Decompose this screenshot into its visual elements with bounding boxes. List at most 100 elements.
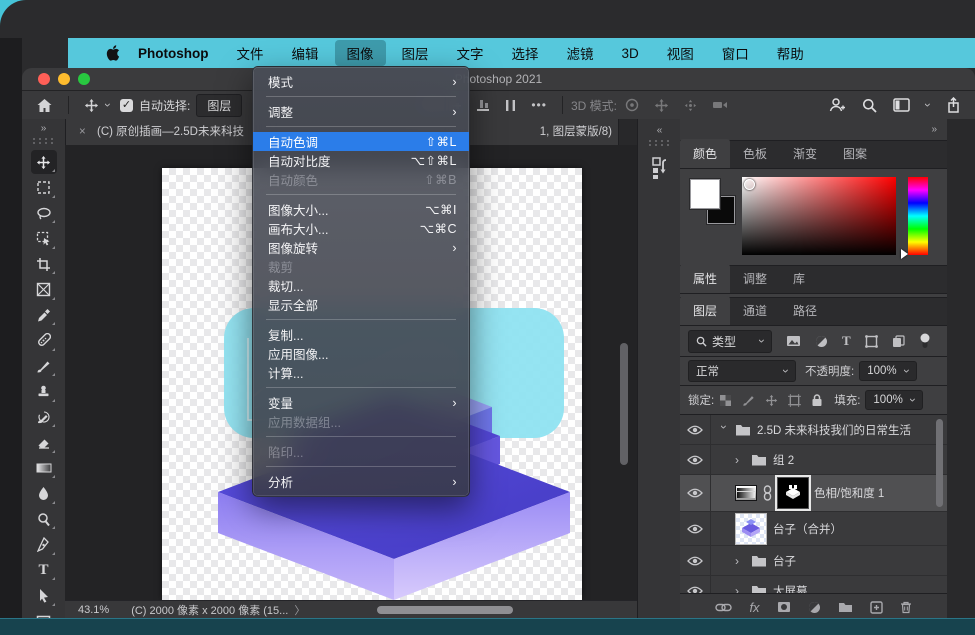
status-chevron[interactable]: 〉 (294, 602, 305, 618)
menu-item-图像大小[interactable]: 图像大小...⌥⌘I (253, 200, 469, 219)
zoom-level[interactable]: 43.1% (78, 604, 109, 616)
layer-name[interactable]: 组 2 (773, 452, 794, 468)
tab-properties[interactable]: 属性 (680, 264, 730, 293)
menubar-item-文字[interactable]: 文字 (445, 40, 496, 66)
group-collapse-chevron[interactable]: › (735, 554, 745, 568)
menubar-item-3D[interactable]: 3D (610, 43, 651, 64)
apple-menu-icon[interactable] (106, 45, 120, 61)
tab-close-icon[interactable]: × (79, 119, 86, 145)
layer-visibility-toggle[interactable] (680, 546, 711, 575)
workspace-chevron[interactable]: › (921, 103, 935, 107)
blur-tool[interactable] (31, 482, 57, 506)
menubar-item-视图[interactable]: 视图 (655, 40, 706, 66)
menubar-item-窗口[interactable]: 窗口 (710, 40, 761, 66)
menu-item-图像旋转[interactable]: 图像旋转› (253, 238, 469, 257)
type-tool[interactable]: T (31, 558, 57, 582)
menu-item-变量[interactable]: 变量› (253, 393, 469, 412)
tab-paths[interactable]: 路径 (780, 296, 830, 325)
toolbar-grip[interactable] (33, 138, 55, 144)
lock-all-icon[interactable] (811, 393, 823, 407)
filter-toggle[interactable] (919, 332, 931, 350)
blend-mode-dropdown[interactable]: 正常› (688, 360, 796, 382)
minimize-button[interactable] (58, 73, 70, 85)
tab-adjustments[interactable]: 调整 (730, 264, 780, 293)
history-brush-tool[interactable] (31, 405, 57, 429)
menu-item-应用图像[interactable]: 应用图像... (253, 344, 469, 363)
layer-name[interactable]: 色相/饱和度 1 (814, 485, 884, 501)
tool-preset-chevron[interactable]: › (101, 103, 115, 107)
frame-tool[interactable] (31, 278, 57, 302)
saturation-field[interactable] (742, 177, 896, 255)
menu-item-调整[interactable]: 调整› (253, 102, 469, 121)
layer-row-2.5D 未来科技我们的日常生活[interactable]: ›2.5D 未来科技我们的日常生活 (680, 415, 947, 445)
layer-visibility-toggle[interactable] (680, 512, 711, 545)
layer-name[interactable]: 大屏幕 (773, 583, 808, 594)
account-icon[interactable] (828, 97, 846, 113)
tab-gradients[interactable]: 渐变 (780, 139, 830, 168)
panels-collapse-icon[interactable]: » (931, 124, 937, 135)
delete-layer-icon[interactable] (900, 601, 912, 614)
lock-transparency-icon[interactable] (719, 394, 732, 407)
menubar-item-文件[interactable]: 文件 (225, 40, 276, 66)
eyedropper-tool[interactable] (31, 303, 57, 327)
filter-adjustment-layers-icon[interactable] (815, 335, 828, 348)
opacity-dropdown[interactable]: 100%› (859, 361, 917, 381)
fill-dropdown[interactable]: 100%› (865, 390, 923, 410)
tab-swatches[interactable]: 色板 (730, 139, 780, 168)
zoom-button[interactable] (78, 73, 90, 85)
layers-scrollbar[interactable] (936, 419, 943, 507)
menubar-item-Photoshop[interactable]: Photoshop (126, 43, 221, 64)
dock-collapse-icon[interactable]: « (657, 125, 663, 136)
canvas-vertical-scrollbar[interactable] (620, 343, 628, 465)
menu-item-裁切[interactable]: 裁切... (253, 276, 469, 295)
align-bottom-icon[interactable] (476, 99, 490, 112)
menubar-item-帮助[interactable]: 帮助 (765, 40, 816, 66)
menubar-item-编辑[interactable]: 编辑 (280, 40, 331, 66)
rectangle-tool[interactable] (31, 609, 57, 618)
object-selection-tool[interactable] (31, 227, 57, 251)
share-icon[interactable] (946, 97, 961, 113)
adjustment-layer-thumbnail[interactable] (735, 485, 757, 501)
canvas-horizontal-scrollbar[interactable] (377, 606, 513, 614)
menu-item-画布大小[interactable]: 画布大小...⌥⌘C (253, 219, 469, 238)
menu-item-模式[interactable]: 模式› (253, 72, 469, 91)
link-layers-icon[interactable] (715, 603, 732, 612)
window-titlebar[interactable]: Photoshop 2021 (22, 68, 975, 91)
menu-item-自动色调[interactable]: 自动色调⇧⌘L (253, 132, 469, 151)
close-button[interactable] (38, 73, 50, 85)
filter-smart-objects-icon[interactable] (892, 335, 905, 348)
home-icon[interactable] (36, 98, 53, 113)
layer-visibility-toggle[interactable] (680, 445, 711, 474)
distribute-icon[interactable] (504, 99, 517, 112)
layer-style-icon[interactable]: fx (749, 600, 759, 615)
dodge-tool[interactable] (31, 507, 57, 531)
dock-grip[interactable] (649, 140, 671, 146)
layer-row-组 2[interactable]: ›组 2 (680, 445, 947, 475)
add-mask-icon[interactable] (777, 601, 791, 613)
filter-pixel-layers-icon[interactable] (786, 335, 801, 347)
layer-mask-thumbnail[interactable] (778, 478, 808, 508)
filter-type-dropdown[interactable]: 类型 › (688, 330, 772, 353)
toolbar-collapse-icon[interactable]: » (41, 123, 47, 134)
mask-link-icon[interactable] (763, 485, 772, 501)
new-layer-icon[interactable] (870, 601, 883, 614)
workspace-icon[interactable] (893, 98, 910, 112)
menu-item-自动对比度[interactable]: 自动对比度⌥⇧⌘L (253, 151, 469, 170)
tab-channels[interactable]: 通道 (730, 296, 780, 325)
layer-name[interactable]: 台子 (773, 553, 796, 569)
brush-tool[interactable] (31, 354, 57, 378)
clone-stamp-tool[interactable] (31, 380, 57, 404)
menubar-item-选择[interactable]: 选择 (500, 40, 551, 66)
hue-slider[interactable] (908, 177, 928, 255)
lock-pixels-icon[interactable] (742, 394, 755, 407)
path-selection-tool[interactable] (31, 584, 57, 608)
lock-artboard-icon[interactable] (788, 394, 801, 407)
layer-row-台子[interactable]: › 台子 (680, 546, 947, 576)
lasso-tool[interactable] (31, 201, 57, 225)
tab-layers[interactable]: 图层 (680, 296, 730, 325)
layer-visibility-toggle[interactable] (680, 576, 711, 593)
layer-visibility-toggle[interactable] (680, 475, 711, 511)
new-group-icon[interactable] (838, 601, 853, 613)
move-tool[interactable] (31, 150, 57, 174)
color-cursor[interactable] (744, 179, 755, 190)
